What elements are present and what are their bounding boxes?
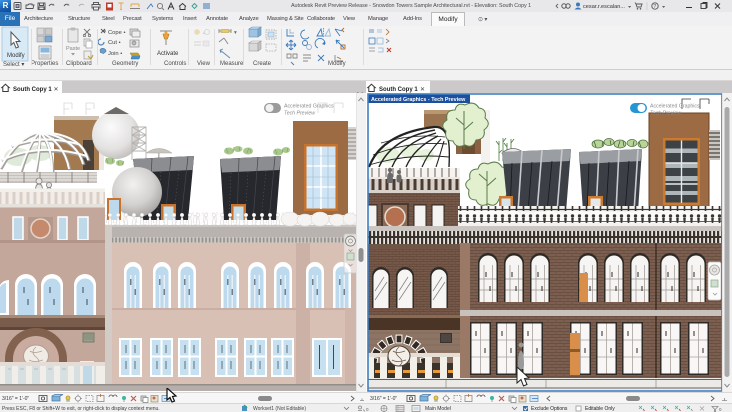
svg-text:▾: ▾ — [234, 30, 237, 36]
svg-text:Join •: Join • — [108, 51, 122, 57]
svg-text:✕: ✕ — [54, 87, 59, 93]
svg-text:Paste: Paste — [66, 46, 80, 52]
svg-text:Accelerated Graphics: Accelerated Graphics — [650, 104, 700, 110]
svg-text:Tech Preview: Tech Preview — [284, 111, 316, 117]
svg-text:Tech Preview: Tech Preview — [650, 111, 682, 117]
svg-text:Cope •: Cope • — [108, 30, 126, 36]
svg-text:Accelerated Graphics: Accelerated Graphics — [284, 104, 334, 110]
svg-text:South Copy 1: South Copy 1 — [379, 87, 418, 93]
svg-text:?: ? — [653, 4, 656, 10]
svg-text:Accelerated Graphics - Tech Pr: Accelerated Graphics - Tech Preview — [371, 97, 466, 103]
svg-text:cesar.r.escalan...: cesar.r.escalan... — [583, 4, 625, 10]
svg-text:✕: ✕ — [420, 87, 425, 93]
svg-text:Activate: Activate — [157, 51, 179, 57]
svg-text:Modify: Modify — [7, 53, 25, 59]
svg-text:0: 0 — [719, 407, 722, 412]
svg-text:Cut •: Cut • — [108, 40, 121, 46]
svg-text:0: 0 — [366, 407, 369, 412]
svg-text:South Copy 1: South Copy 1 — [13, 87, 52, 93]
